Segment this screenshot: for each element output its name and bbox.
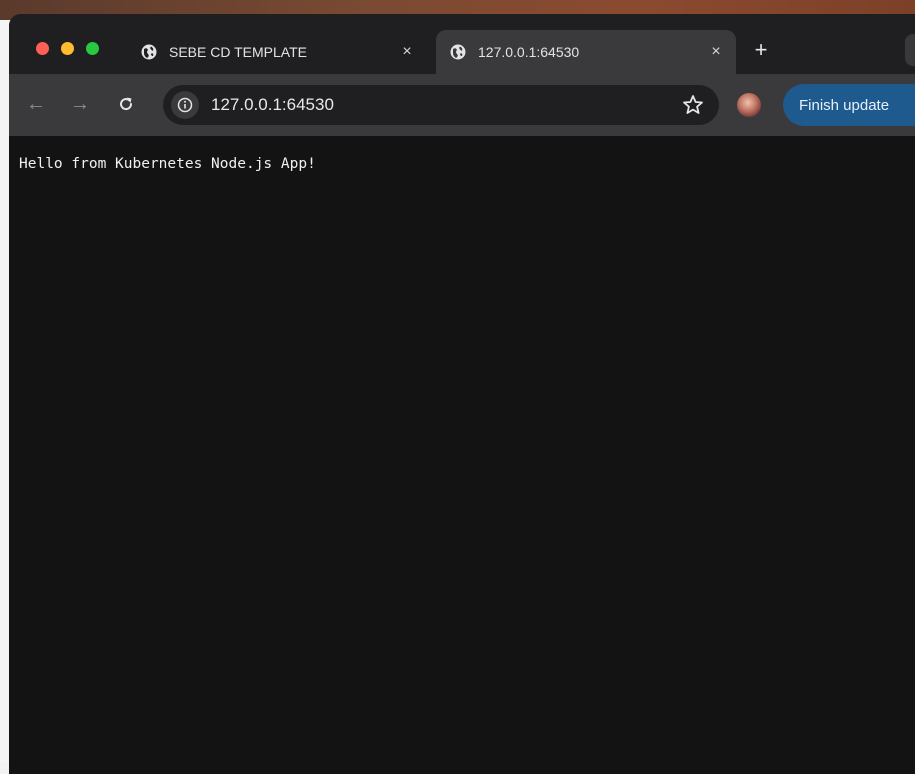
page-content: Hello from Kubernetes Node.js App! <box>9 136 915 774</box>
address-bar[interactable]: 127.0.0.1:64530 <box>163 85 719 125</box>
finish-update-button[interactable]: Finish update <box>783 84 915 126</box>
close-tab-icon[interactable]: × <box>395 43 419 61</box>
tab-title: 127.0.0.1:64530 <box>478 44 580 60</box>
url-text[interactable]: 127.0.0.1:64530 <box>211 95 681 115</box>
reload-button[interactable] <box>113 91 139 117</box>
browser-toolbar: ← → 127.0.0.1:64530 Finish update <box>9 74 915 136</box>
profile-avatar[interactable] <box>737 93 761 117</box>
close-window-button[interactable] <box>36 42 49 55</box>
bookmark-star-icon[interactable] <box>681 93 705 117</box>
site-info-button[interactable] <box>171 91 199 119</box>
zoom-window-button[interactable] <box>86 42 99 55</box>
close-tab-icon[interactable]: × <box>704 43 728 61</box>
tab-strip: SEBE CD TEMPLATE × 127.0.0.1:64530 × + <box>9 14 915 74</box>
tab-title: SEBE CD TEMPLATE <box>169 44 307 60</box>
minimize-window-button[interactable] <box>61 42 74 55</box>
new-tab-button[interactable]: + <box>749 39 773 63</box>
reload-icon <box>120 97 133 111</box>
back-button[interactable]: ← <box>23 91 49 117</box>
info-icon <box>177 97 193 113</box>
globe-icon <box>450 44 466 60</box>
browser-window: SEBE CD TEMPLATE × 127.0.0.1:64530 × + ←… <box>9 14 915 774</box>
tab-sebe-cd-template[interactable]: SEBE CD TEMPLATE × <box>127 30 427 74</box>
page-message: Hello from Kubernetes Node.js App! <box>19 156 316 172</box>
globe-icon <box>141 44 157 60</box>
tab-search-button[interactable] <box>905 34 915 66</box>
forward-button[interactable]: → <box>67 91 93 117</box>
tab-localhost[interactable]: 127.0.0.1:64530 × <box>436 30 736 74</box>
